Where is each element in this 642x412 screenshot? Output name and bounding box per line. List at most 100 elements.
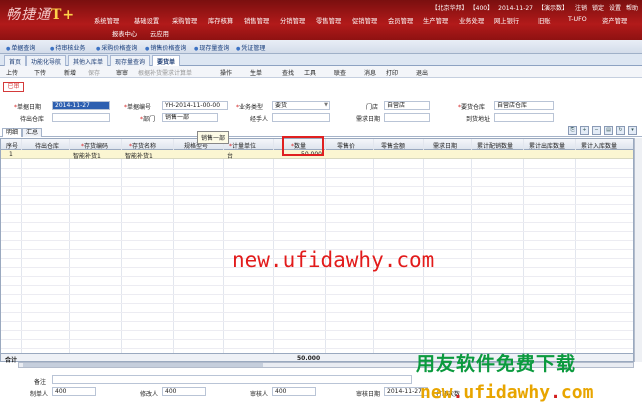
nav-member[interactable]: 会员管理 [388,16,413,25]
message-button[interactable]: 消息 [364,68,376,77]
save-button[interactable]: 保存 [88,68,100,77]
nav-inventory[interactable]: 库存核算 [208,16,233,25]
doc-date-field[interactable]: 2014-11-27 [52,101,110,110]
need-date-label: 需求日期 [356,116,381,123]
nav-bank[interactable]: 网上银行 [494,16,519,25]
col-item-code[interactable]: *存货编码 [81,141,108,150]
scroll-thumb[interactable] [23,363,263,367]
doc-no-field[interactable]: YH-2014-11-00-00 [162,101,228,110]
out-wh-label: 待出仓库 [20,116,45,123]
func-doc-query[interactable]: 单据查询 [6,43,35,52]
cell-unit[interactable]: 台 [227,151,233,160]
nav-promotion[interactable]: 促销管理 [352,16,377,25]
out-wh-field[interactable] [52,113,110,122]
generate-menu[interactable]: 生单 [250,68,262,77]
refresh-icon[interactable]: ↻ [616,126,625,135]
help-link[interactable]: 帮助 [626,5,638,12]
col-dist-qty[interactable]: 累计配销数量 [477,141,513,150]
tab-stock-query[interactable]: 现存量查询 [110,55,151,66]
store-field[interactable]: 自营店 [384,101,430,110]
audit-date-label: 审核日期 [356,391,381,398]
company-label: 【北京华邦】 [431,5,468,12]
total-qty: 50.000 [297,355,321,362]
col-retail-amount[interactable]: 零售金额 [381,141,405,150]
func-pending-audit[interactable]: 待审核业务 [50,43,85,52]
account-label: 【演示数】 [538,5,569,12]
dept-field[interactable]: 销售一部 [162,113,218,122]
nav-business[interactable]: 业务处理 [459,16,484,25]
col-need-date[interactable]: 需求日期 [433,141,457,150]
lock-link[interactable]: 锁定 [592,5,604,12]
remark-field[interactable] [52,375,412,384]
col-unit[interactable]: *计量单位 [229,141,256,150]
settings-link[interactable]: 设置 [609,5,621,12]
tools-menu[interactable]: 工具 [304,68,316,77]
new-button[interactable]: 新增 [64,68,76,77]
nav-assets[interactable]: 资产管理 [602,16,627,25]
promo-slogan: 用友软件免费下载 [416,353,577,375]
tab-detail[interactable]: 明细 [2,128,23,137]
print-menu[interactable]: 打印 [386,68,398,77]
nav-basic[interactable]: 基础设置 [134,16,159,25]
dept-tooltip: 销售一部 [197,131,230,144]
tab-navigation[interactable]: 功能化导航 [26,55,67,66]
link-query-menu[interactable]: 联查 [334,68,346,77]
nav-reports[interactable]: 报表中心 [112,29,137,38]
supply-wh-field[interactable]: 自营店仓库 [494,101,554,110]
grid-options-icon[interactable]: ▾ [628,126,637,135]
func-sales-price[interactable]: 销售价格查询 [145,43,186,52]
tab-summary[interactable]: 汇总 [22,128,43,137]
col-in-qty[interactable]: 累计入库数量 [581,141,617,150]
audit-button[interactable]: 审审 [116,68,128,77]
nav-purchase[interactable]: 采购管理 [172,16,197,25]
exit-button[interactable]: 退出 [416,68,428,77]
tab-other-inbound[interactable]: 其他入库单 [68,55,109,66]
nav-cloud[interactable]: 云应用 [150,29,169,38]
col-retail-price[interactable]: 零售价 [337,141,355,150]
logout-link[interactable]: 注销 [575,5,587,12]
arrival-field[interactable] [494,113,554,122]
cell-item-name[interactable]: 智能补货1 [125,151,153,160]
nav-distribution[interactable]: 分销管理 [280,16,305,25]
total-label: 合计 [5,357,18,364]
nav-production[interactable]: 生产管理 [423,16,448,25]
copy-row-icon[interactable]: ⎘ [568,126,577,135]
operate-menu[interactable]: 操作 [220,68,232,77]
col-seq[interactable]: 序号 [6,141,18,150]
vertical-scrollbar[interactable] [634,138,642,362]
insert-row-icon[interactable]: + [580,126,589,135]
document-tabs: 首页 功能化导航 其他入库单 现存量查询 要货单 [0,54,642,66]
func-purchase-price[interactable]: 采购价格查询 [96,43,137,52]
biz-type-select[interactable]: 要货 ▼ [272,101,330,110]
tab-requisition[interactable]: 要货单 [152,55,181,66]
col-out-qty[interactable]: 累计出库数量 [529,141,565,150]
top-info-bar: 【北京华邦】 【400】 2014-11-27 【演示数】 注销 锁定 设置 帮助 [427,3,638,12]
nav-ufo[interactable]: T-UFO [568,16,587,23]
nav-history[interactable]: 旧账 [538,16,551,25]
qty-highlight [282,136,324,156]
col-out-wh[interactable]: 待出仓库 [35,141,59,150]
need-date-field[interactable] [384,113,430,122]
column-settings-icon[interactable]: ▤ [604,126,613,135]
tab-home[interactable]: 首页 [4,55,27,66]
remark-label: 备注 [34,379,47,386]
cell-item-code[interactable]: 智能补货1 [73,151,101,160]
maker-label: 制单人 [30,391,49,398]
delete-row-icon[interactable]: − [592,126,601,135]
nav-sales[interactable]: 销售管理 [244,16,269,25]
store-label: 门店 [366,104,379,111]
function-bar: 单据查询 待审核业务 采购价格查询 销售价格查询 现存量查询 凭证管理 [0,40,642,54]
download-button[interactable]: 下传 [34,68,46,77]
func-voucher[interactable]: 凭证管理 [236,43,265,52]
nav-system[interactable]: 系统管理 [94,16,119,25]
upload-button[interactable]: 上传 [6,68,18,77]
supply-wh-label: *要货仓库 [458,104,486,111]
handler-label: 经手人 [250,116,269,123]
handler-field[interactable] [272,113,330,122]
find-button[interactable]: 查找 [282,68,294,77]
nav-retail[interactable]: 零售管理 [316,16,341,25]
func-stock-query[interactable]: 现存量查询 [194,43,229,52]
calc-by-demand-button[interactable]: 根据补货需求计算单 [138,68,192,77]
biz-type-label: *业务类型 [236,104,264,111]
col-item-name[interactable]: *存货名称 [129,141,156,150]
